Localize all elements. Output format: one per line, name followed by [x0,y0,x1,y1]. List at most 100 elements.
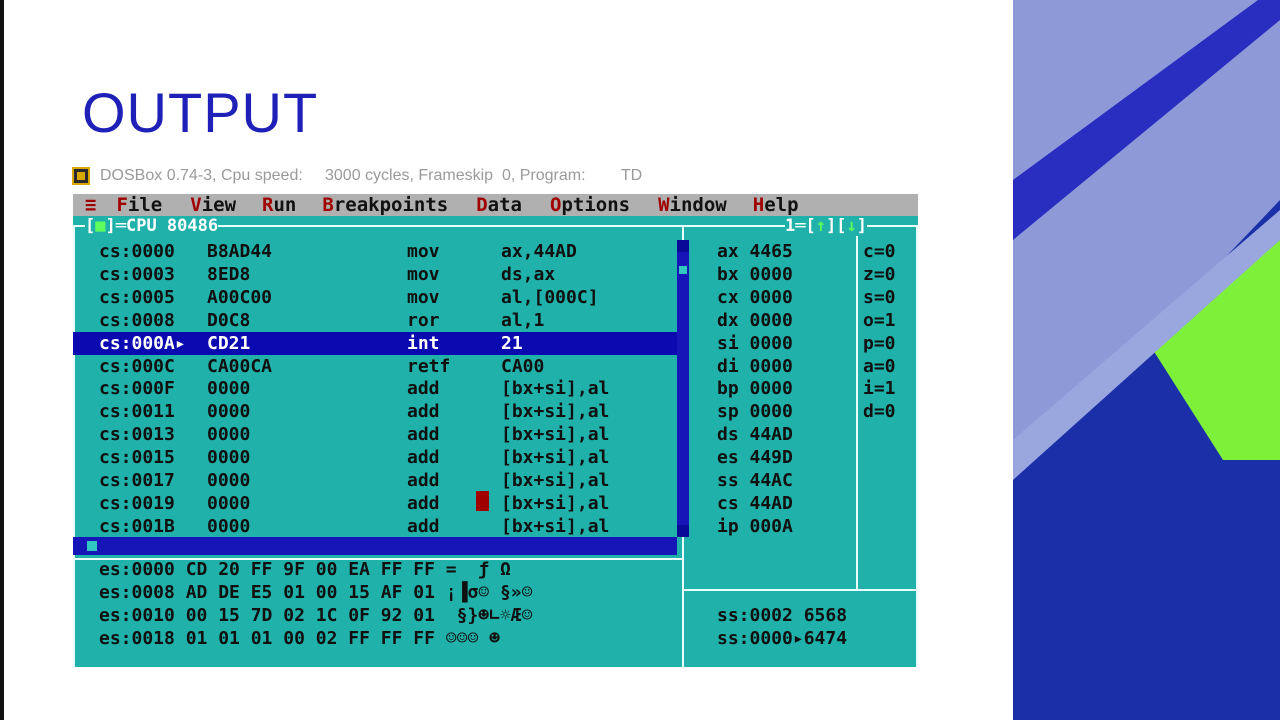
flag-row[interactable]: s=0 [863,286,896,309]
code-addr: cs:0017 [99,470,175,491]
code-bytes: D0C8 [207,309,251,331]
code-bytes: 0000 [207,470,251,491]
code-addr: cs:0011 [99,401,175,423]
code-bytes: CD21 [207,332,251,354]
register-row[interactable]: bp 0000 [717,377,793,400]
code-row[interactable]: cs:0019 0000 add [bx+si],al [73,492,677,515]
stack-row[interactable]: ss:0002 6568 [717,604,847,627]
register-row[interactable]: es 449D [717,446,793,469]
cpu-window-label: CPU 80486 [125,216,219,236]
code-row[interactable]: cs:001B 0000 add [bx+si],al [73,515,677,538]
flag-row[interactable]: o=1 [863,309,896,332]
close-box[interactable]: ■ [95,216,105,236]
dosbox-title: DOSBox 0.74-3, Cpu speed: 3000 cycles, F… [100,167,643,184]
register-row[interactable]: si 0000 [717,332,793,355]
code-row[interactable]: cs:0005 A00C00 mov al,[000C] [73,286,677,309]
code-vertical-scrollbar[interactable] [677,240,689,537]
code-addr: cs:0013 [99,424,175,446]
menu-window[interactable]: Window [658,194,727,216]
flag-row[interactable]: z=0 [863,263,896,286]
code-ops: 21 [501,332,523,354]
menu-run[interactable]: Run [262,194,296,216]
code-mnem: mov [407,263,440,285]
code-mnem: add [407,424,440,446]
code-row[interactable]: cs:000C CA00CA retf CA00 [73,355,677,378]
menu-view[interactable]: View [190,194,236,216]
hscroll-thumb[interactable] [87,541,97,551]
register-row[interactable]: ss 44AC [717,469,793,492]
register-row[interactable]: ip 000A [717,515,793,538]
flag-row[interactable]: a=0 [863,355,896,378]
code-mnem: retf [407,355,451,377]
code-addr: cs:0015 [99,447,175,469]
code-bytes: 0000 [207,515,251,537]
register-row[interactable]: cs 44AD [717,492,793,515]
code-bytes: 0000 [207,492,251,514]
dump-row[interactable]: es:0010 00 15 7D 02 1C 0F 92 01 §}☻∟☼Æ☺ [99,604,532,627]
code-row[interactable]: cs:0000 B8AD44 mov ax,44AD [73,240,677,263]
page-title: OUTPUT [82,81,319,144]
code-ops: [bx+si],al [501,470,610,491]
code-bytes: 0000 [207,447,251,469]
turbo-debugger-screen: ≡ File View Run Breakpoints Data Options… [73,194,918,667]
code-ops: [bx+si],al [501,378,610,400]
code-bytes: 0000 [207,424,251,446]
zoom-down-icon[interactable]: ↓ [846,216,856,236]
code-mnem: add [407,515,440,537]
code-mnem: mov [407,286,440,308]
code-row[interactable]: cs:0013 0000 add [bx+si],al [73,423,677,446]
code-addr: cs:0008 [99,309,175,331]
code-row[interactable]: cs:000A▸ CD21 int 21 [73,331,677,355]
code-bytes: B8AD44 [207,241,273,262]
register-row[interactable]: sp 0000 [717,400,793,423]
menu-options[interactable]: Options [550,194,630,216]
code-row[interactable]: cs:0017 0000 add [bx+si],al [73,469,677,492]
menu-data[interactable]: Data [476,194,522,216]
code-ops: al,1 [501,309,545,331]
code-row[interactable]: cs:0015 0000 add [bx+si],al [73,446,677,469]
register-row[interactable]: cx 0000 [717,286,793,309]
stack-row[interactable]: ss:0000▸6474 [717,627,847,650]
register-row[interactable]: di 0000 [717,355,793,378]
register-row[interactable]: dx 0000 [717,309,793,332]
zoom-up-icon[interactable]: ↑ [816,216,826,236]
code-row[interactable]: cs:000F 0000 add [bx+si],al [73,377,677,400]
cpu-window-header[interactable]: [■]═CPU 80486 [85,216,219,236]
code-bytes: 0000 [207,378,251,400]
scroll-up-icon[interactable] [677,240,689,252]
code-mnem: add [407,378,440,400]
code-mnem: add [407,447,440,469]
system-menu-icon[interactable]: ≡ [85,194,96,216]
code-addr: cs:000F [99,378,175,400]
code-ops: ds,ax [501,263,556,285]
register-row[interactable]: ax 4465 [717,240,793,263]
flag-row[interactable]: i=1 [863,377,896,400]
dosbox-icon [72,167,90,185]
code-row[interactable]: cs:0008 D0C8 ror al,1 [73,309,677,332]
code-addr: cs:000C [99,355,175,377]
code-row[interactable]: cs:0011 0000 add [bx+si],al [73,400,677,423]
scroll-down-icon[interactable] [677,525,689,537]
register-row[interactable]: bx 0000 [717,263,793,286]
menu-file[interactable]: File [116,194,162,216]
register-row[interactable]: ds 44AD [717,423,793,446]
code-ops: ax,44AD [501,241,577,262]
dump-row[interactable]: es:0008 AD DE E5 01 00 15 AF 01 ¡▐σ☺ §»☺ [99,581,532,604]
flag-row[interactable]: c=0 [863,240,896,263]
code-mnem: ror [407,309,440,331]
code-bytes: 8ED8 [207,263,251,285]
dump-row[interactable]: es:0018 01 01 01 00 02 FF FF FF ☺☺☺ ☻ [99,627,500,650]
flag-row[interactable]: p=0 [863,332,896,355]
code-mnem: add [407,401,440,423]
flag-row[interactable]: d=0 [863,400,896,423]
menu-breakpoints[interactable]: Breakpoints [322,194,448,216]
code-bytes: A00C00 [207,286,273,308]
menu-help[interactable]: Help [753,194,799,216]
code-ops: [bx+si],al [501,492,610,514]
menu-bar: ≡ File View Run Breakpoints Data Options… [73,194,918,216]
code-row[interactable]: cs:0003 8ED8 mov ds,ax [73,263,677,286]
scroll-thumb[interactable] [679,266,687,274]
code-horizontal-scrollbar[interactable] [73,537,677,555]
dump-row[interactable]: es:0000 CD 20 FF 9F 00 EA FF FF = ƒ Ω [99,558,511,581]
code-addr: cs:0003 [99,263,175,285]
